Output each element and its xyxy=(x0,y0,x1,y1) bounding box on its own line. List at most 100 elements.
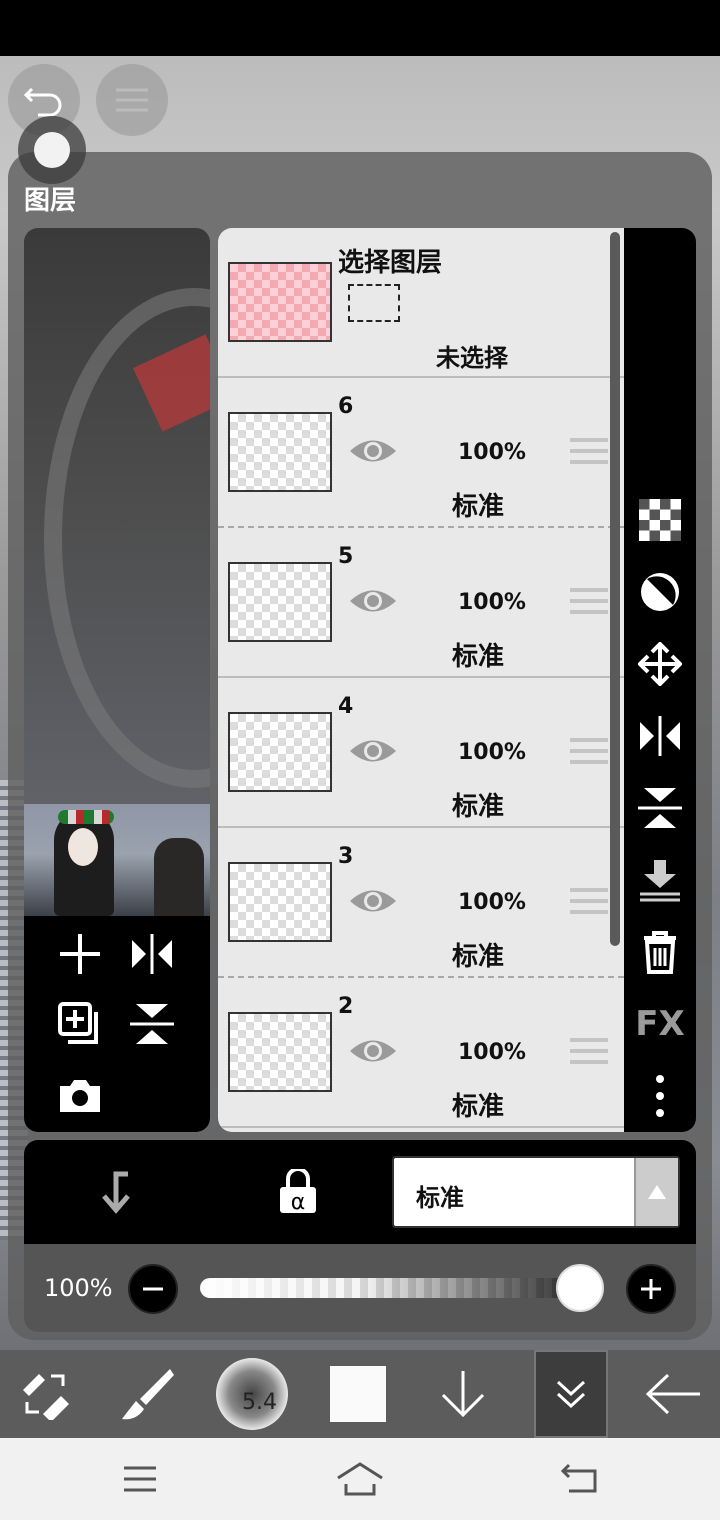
drag-handle-icon[interactable] xyxy=(570,888,608,918)
flip-horizontal-icon xyxy=(132,934,172,974)
visibility-eye-icon[interactable] xyxy=(348,586,398,616)
layer-thumbnail xyxy=(228,712,332,792)
copy-layer-button[interactable] xyxy=(52,996,108,1052)
flip-horizontal-icon xyxy=(640,716,680,756)
flip-vertical-button[interactable] xyxy=(124,996,180,1052)
clipping-mask-icon xyxy=(641,573,679,611)
opacity-slider-thumb[interactable] xyxy=(556,1264,604,1312)
flip-layer-horizontal-button[interactable] xyxy=(624,708,696,764)
layer-blend-mode: 标准 xyxy=(452,792,505,822)
menu-button[interactable] xyxy=(96,64,168,136)
merge-down-icon xyxy=(640,860,680,902)
brush-size-button[interactable]: 5.4 xyxy=(214,1350,290,1438)
layers-list[interactable]: 选择图层 未选择 6 100% 标准 5 100% 标准 4 100% 标准 3… xyxy=(218,228,624,1132)
download-button[interactable] xyxy=(430,1350,496,1438)
layer-thumbnail xyxy=(228,1012,332,1092)
panel-handle[interactable] xyxy=(18,116,86,184)
artwork-thumbnail[interactable] xyxy=(24,804,210,916)
thumbnail-second-figure xyxy=(154,838,204,916)
opacity-increase-button[interactable] xyxy=(626,1264,676,1314)
layers-scrollbar[interactable] xyxy=(610,232,620,946)
thumbnail-headpiece xyxy=(58,810,114,824)
arrow-down-icon xyxy=(441,1371,485,1418)
blend-mode-select[interactable]: 标准 xyxy=(392,1156,680,1228)
layer-opacity: 100% xyxy=(458,590,526,615)
home-icon xyxy=(337,1462,383,1496)
layer-row-5[interactable]: 5 100% 标准 xyxy=(218,528,624,678)
move-layer-button[interactable] xyxy=(624,636,696,692)
layer-number: 4 xyxy=(338,694,354,719)
layer-blend-mode: 标准 xyxy=(452,1092,505,1122)
layer-opacity: 100% xyxy=(458,740,526,765)
recent-apps-button[interactable] xyxy=(112,1454,168,1504)
layer-row-4[interactable]: 4 100% 标准 xyxy=(218,678,624,828)
flip-layer-vertical-button[interactable] xyxy=(624,780,696,836)
blend-mode-value: 标准 xyxy=(416,1184,464,1212)
color-button[interactable] xyxy=(326,1350,390,1438)
panel-title: 图层 xyxy=(24,186,77,216)
more-options-button[interactable] xyxy=(624,1068,696,1124)
menu-icon xyxy=(116,88,148,112)
visibility-eye-icon[interactable] xyxy=(348,1036,398,1066)
layers-tab-button[interactable] xyxy=(534,1350,608,1438)
layer-opacity: 100% xyxy=(458,890,526,915)
layer-thumbnail xyxy=(228,412,332,492)
layer-row-6[interactable]: 6 100% 标准 xyxy=(218,378,624,528)
fx-button[interactable]: FX xyxy=(624,996,696,1052)
layer-blend-mode: 标准 xyxy=(452,642,505,672)
svg-text:α: α xyxy=(291,1190,306,1215)
copy-layer-icon xyxy=(58,1002,98,1044)
transparency-button[interactable] xyxy=(624,492,696,548)
opacity-label: 100% xyxy=(44,1274,113,1302)
drag-handle-icon[interactable] xyxy=(570,438,608,468)
merge-down-button[interactable] xyxy=(624,852,696,908)
opacity-decrease-button[interactable] xyxy=(128,1264,178,1314)
drag-handle-icon[interactable] xyxy=(570,588,608,618)
visibility-eye-icon[interactable] xyxy=(348,436,398,466)
layer-row-2[interactable]: 2 100% 标准 xyxy=(218,978,624,1128)
visibility-eye-icon[interactable] xyxy=(348,736,398,766)
flip-horizontal-button[interactable] xyxy=(124,926,180,982)
layer-opacity: 100% xyxy=(458,440,526,465)
flip-vertical-icon xyxy=(130,1004,174,1044)
layer-tools-box xyxy=(24,916,210,1132)
status-bar xyxy=(0,0,720,56)
layer-blend-mode: 标准 xyxy=(452,492,505,522)
layer-opacity: 100% xyxy=(458,1040,526,1065)
layer-thumbnail xyxy=(228,862,332,942)
selection-layer-thumbnail xyxy=(228,262,332,342)
home-button[interactable] xyxy=(332,1454,388,1504)
back-button[interactable] xyxy=(636,1350,712,1438)
alpha-lock-button[interactable]: α xyxy=(270,1164,326,1220)
plus-icon xyxy=(60,934,100,974)
layer-actions-toolbar: FX xyxy=(624,228,696,1132)
visibility-eye-icon[interactable] xyxy=(348,886,398,916)
system-back-button[interactable] xyxy=(552,1454,608,1504)
back-icon xyxy=(561,1463,597,1493)
chevron-double-down-icon xyxy=(556,1380,586,1408)
tool-switch-button[interactable] xyxy=(10,1350,80,1438)
add-layer-button[interactable] xyxy=(52,926,108,982)
clipping-mask-button[interactable] xyxy=(624,564,696,620)
drag-handle-icon[interactable] xyxy=(570,738,608,768)
more-vertical-icon xyxy=(656,1075,664,1117)
drag-handle-icon[interactable] xyxy=(570,1038,608,1068)
camera-button[interactable] xyxy=(52,1068,108,1124)
camera-icon xyxy=(60,1080,100,1112)
brush-size-value: 5.4 xyxy=(242,1390,277,1415)
clip-down-button[interactable] xyxy=(88,1164,144,1220)
plus-icon xyxy=(641,1279,661,1299)
thumbnail-face xyxy=(68,828,98,866)
undo-icon xyxy=(24,87,62,117)
opacity-slider-track[interactable] xyxy=(200,1278,604,1298)
move-arrows-icon xyxy=(638,642,682,686)
color-swatch xyxy=(330,1366,386,1422)
layer-number: 2 xyxy=(338,994,354,1019)
selection-layer-row[interactable]: 选择图层 未选择 xyxy=(218,228,624,378)
flip-vertical-icon xyxy=(638,788,682,828)
layer-number: 6 xyxy=(338,394,354,419)
brush-button[interactable] xyxy=(110,1350,184,1438)
delete-layer-button[interactable] xyxy=(624,924,696,980)
selection-marquee-icon xyxy=(348,284,400,322)
layer-row-3[interactable]: 3 100% 标准 xyxy=(218,828,624,978)
